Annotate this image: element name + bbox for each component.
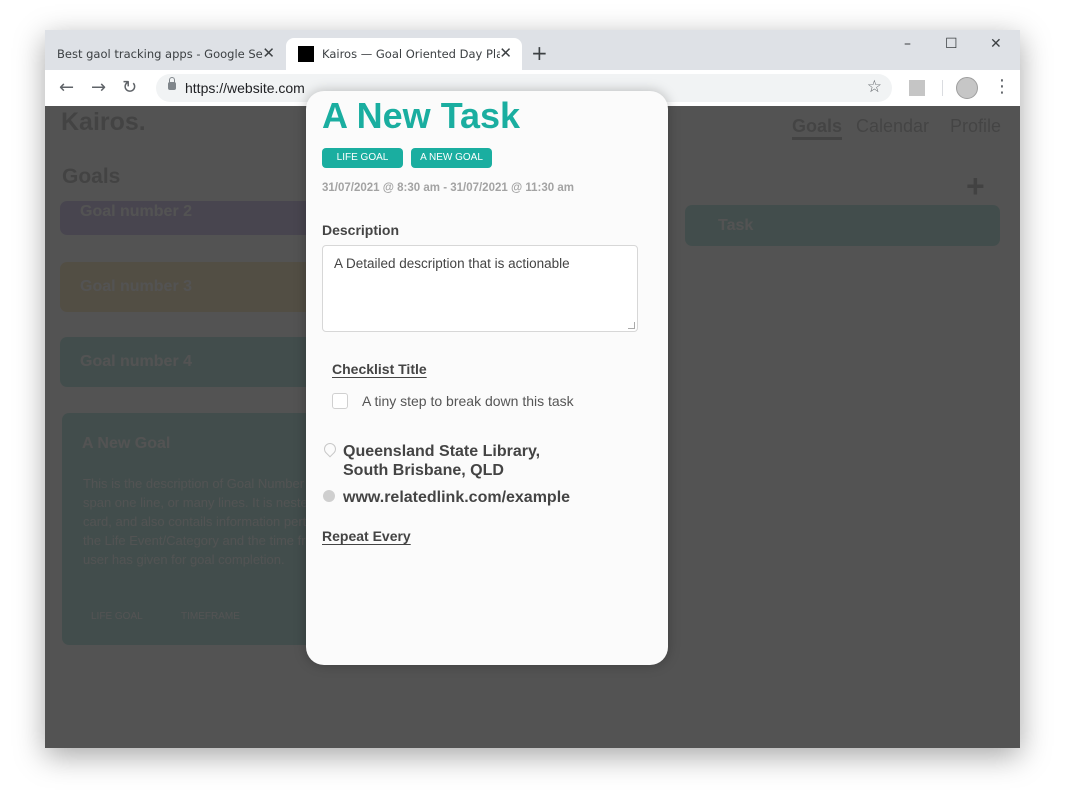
tab-google-search[interactable]: Best gaol tracking apps - Google Search … [45,38,285,70]
reload-icon[interactable]: ↻ [122,77,137,98]
favicon-icon [298,46,314,62]
close-tab-icon[interactable]: ✕ [262,44,275,62]
task-card[interactable]: Task [685,205,1000,246]
tab-title: Kairos — Goal Oriented Day Planner [322,47,500,61]
tag-timeframe[interactable]: TIMEFRAME [170,607,251,627]
checklist-item-text: A tiny step to break down this task [362,393,574,409]
repeat-every-link[interactable]: Repeat Every [322,528,411,544]
description-value: A Detailed description that is actionabl… [334,256,570,271]
goal-card-label: Goal number 2 [80,203,193,220]
related-link[interactable]: www.relatedlink.com/example [343,489,570,507]
location-pin-icon [321,440,339,458]
task-title: A New Task [322,95,521,136]
task-date-range: 31/07/2021 @ 8:30 am - 31/07/2021 @ 11:3… [322,182,574,194]
globe-icon [323,490,335,502]
task-card-label: Task [718,217,754,234]
location-line: Queensland State Library, [343,443,541,460]
new-tab-icon[interactable]: + [531,41,548,65]
close-window-icon[interactable]: ✕ [990,36,1002,52]
goal-card-label: Goal number 3 [80,278,193,295]
resize-handle-icon[interactable] [628,322,635,329]
lock-icon [168,77,176,90]
bookmark-star-icon[interactable]: ☆ [867,77,882,97]
toolbar-divider [942,80,943,96]
tag-life-goal[interactable]: LIFE GOAL [80,607,154,627]
more-menu-icon[interactable]: ⋮ [993,76,1011,97]
tab-strip: Best gaol tracking apps - Google Search … [45,30,1020,70]
minimize-icon[interactable]: – [904,36,911,52]
forward-icon[interactable]: → [91,77,106,98]
close-tab-icon[interactable]: ✕ [499,44,512,62]
goals-heading: Goals [62,165,121,188]
maximize-icon[interactable]: ☐ [945,36,958,52]
goal-title: A New Goal [82,435,171,452]
location-text: Queensland State Library, South Brisbane… [343,442,540,480]
nav-goals[interactable]: Goals [792,116,843,140]
checklist-title[interactable]: Checklist Title [332,361,427,377]
goal-card-label: Goal number 4 [80,353,193,370]
extension-icon[interactable] [909,80,925,96]
nav-calendar[interactable]: Calendar [856,116,929,137]
nav-profile[interactable]: Profile [950,116,1001,137]
tab-kairos[interactable]: Kairos — Goal Oriented Day Planner ✕ [286,38,522,70]
description-textarea[interactable]: A Detailed description that is actionabl… [322,245,638,332]
description-label: Description [322,222,400,238]
chip-a-new-goal[interactable]: A NEW GOAL [411,148,492,168]
location-line: South Brisbane, QLD [343,462,504,479]
app-logo: Kairos. [61,108,146,136]
chip-life-goal[interactable]: LIFE GOAL [322,148,403,168]
add-goal-icon[interactable]: + [966,170,985,202]
profile-avatar[interactable] [956,77,978,99]
checklist-checkbox[interactable] [332,393,348,409]
tab-title: Best gaol tracking apps - Google Search [57,47,263,61]
url-text: https://website.com [185,80,305,96]
task-modal: A New Task LIFE GOAL A NEW GOAL 31/07/20… [306,91,668,665]
back-icon[interactable]: ← [59,77,74,98]
